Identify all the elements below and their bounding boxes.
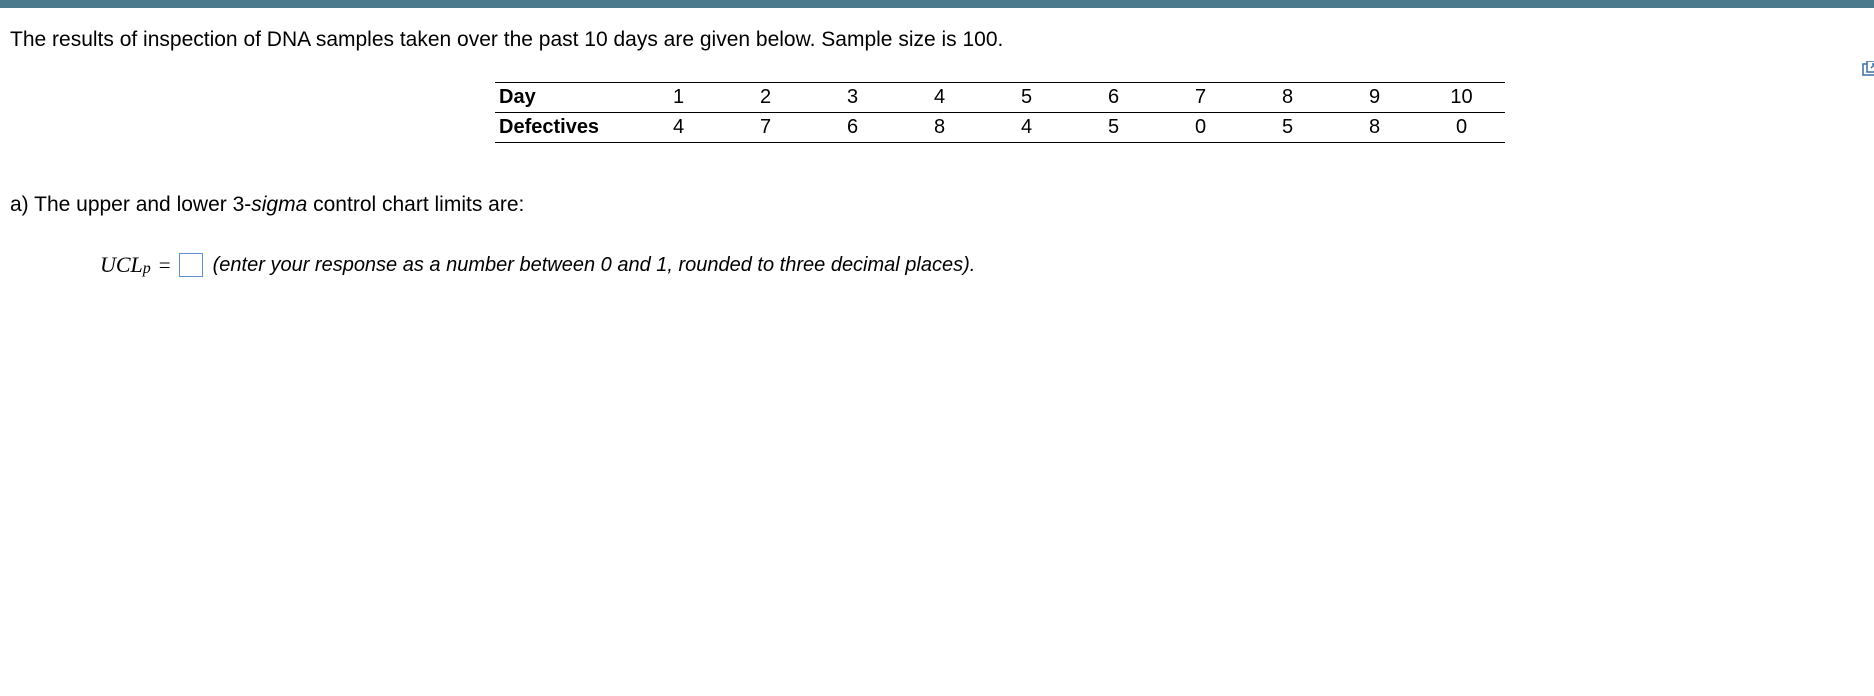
defectives-cell: 8 [1331, 113, 1418, 143]
day-cell: 5 [983, 83, 1070, 113]
defectives-cell: 0 [1157, 113, 1244, 143]
day-cell: 3 [809, 83, 896, 113]
ucl-subscript: p [143, 260, 151, 278]
data-table: Day 1 2 3 4 5 6 7 8 9 10 Defectives 4 7 … [495, 82, 1505, 143]
defectives-cell: 4 [635, 113, 722, 143]
question-prefix: a) The upper and lower 3- [10, 193, 251, 216]
day-cell: 2 [722, 83, 809, 113]
question-section: a) The upper and lower 3-sigma control c… [10, 193, 1864, 278]
answer-line: UCLp = (enter your response as a number … [100, 252, 1864, 278]
equals-sign: = [159, 253, 171, 278]
defectives-cell: 5 [1070, 113, 1157, 143]
ucl-label: UCL [100, 252, 143, 278]
defectives-cell: 0 [1418, 113, 1505, 143]
data-table-wrapper: Day 1 2 3 4 5 6 7 8 9 10 Defectives 4 7 … [495, 82, 1505, 143]
table-row: Day 1 2 3 4 5 6 7 8 9 10 [495, 83, 1505, 113]
content-area: The results of inspection of DNA samples… [0, 8, 1874, 278]
question-text: a) The upper and lower 3-sigma control c… [10, 193, 1864, 217]
day-cell: 10 [1418, 83, 1505, 113]
day-cell: 9 [1331, 83, 1418, 113]
question-suffix: control chart limits are: [307, 193, 524, 216]
defectives-cell: 5 [1244, 113, 1331, 143]
intro-text: The results of inspection of DNA samples… [10, 28, 1864, 52]
answer-hint: (enter your response as a number between… [213, 254, 976, 277]
defectives-cell: 4 [983, 113, 1070, 143]
day-cell: 1 [635, 83, 722, 113]
defectives-cell: 7 [722, 113, 809, 143]
sigma-word: sigma [251, 193, 307, 216]
defectives-cell: 8 [896, 113, 983, 143]
top-accent-bar [0, 0, 1874, 8]
defectives-cell: 6 [809, 113, 896, 143]
day-cell: 6 [1070, 83, 1157, 113]
defectives-label: Defectives [495, 113, 635, 143]
day-cell: 4 [896, 83, 983, 113]
day-label: Day [495, 83, 635, 113]
popout-icon[interactable] [1862, 60, 1874, 76]
table-row: Defectives 4 7 6 8 4 5 0 5 8 0 [495, 113, 1505, 143]
ucl-answer-input[interactable] [179, 253, 203, 277]
day-cell: 7 [1157, 83, 1244, 113]
day-cell: 8 [1244, 83, 1331, 113]
